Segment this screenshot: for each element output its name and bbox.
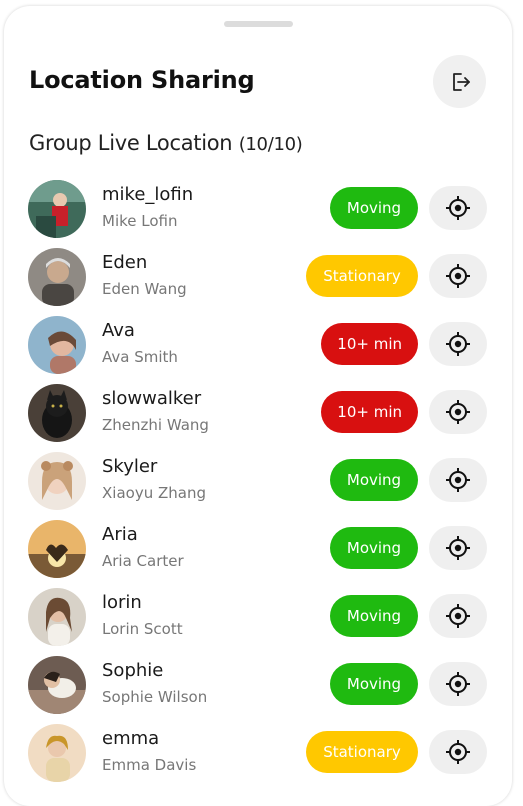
page-title: Location Sharing bbox=[29, 66, 255, 94]
member-full-name: Ava Smith bbox=[102, 348, 178, 366]
member-row[interactable]: Sophie Sophie Wilson Moving bbox=[4, 652, 512, 720]
member-username: mike_lofin bbox=[102, 184, 194, 205]
locate-member-button[interactable] bbox=[429, 186, 487, 230]
status-badge: Moving bbox=[330, 663, 418, 705]
status-badge: Moving bbox=[330, 187, 418, 229]
member-row[interactable]: mike_lofin Mike Lofin Moving bbox=[4, 176, 512, 244]
avatar[interactable] bbox=[28, 180, 86, 238]
member-full-name: Emma Davis bbox=[102, 756, 197, 774]
status-badge: Moving bbox=[330, 459, 418, 501]
member-row[interactable]: slowwalker Zhenzhi Wang 10+ min bbox=[4, 380, 512, 448]
member-username: Skyler bbox=[102, 456, 158, 477]
avatar[interactable] bbox=[28, 248, 86, 306]
status-badge: Moving bbox=[330, 527, 418, 569]
member-username: Eden bbox=[102, 252, 148, 273]
crosshair-icon bbox=[446, 196, 470, 220]
member-row[interactable]: Aria Aria Carter Moving bbox=[4, 516, 512, 584]
member-username: slowwalker bbox=[102, 388, 202, 409]
avatar[interactable] bbox=[28, 384, 86, 442]
avatar[interactable] bbox=[28, 316, 86, 374]
crosshair-icon bbox=[446, 468, 470, 492]
drag-handle[interactable] bbox=[224, 21, 293, 27]
avatar[interactable] bbox=[28, 452, 86, 510]
logout-icon bbox=[452, 72, 470, 91]
status-badge: 10+ min bbox=[321, 323, 418, 365]
member-username: Aria bbox=[102, 524, 138, 545]
member-username: emma bbox=[102, 728, 160, 749]
member-row[interactable]: emma Emma Davis Stationary bbox=[4, 720, 512, 788]
section-title-text: Group Live Location bbox=[29, 131, 233, 155]
locate-member-button[interactable] bbox=[429, 254, 487, 298]
member-row[interactable]: lorin Lorin Scott Moving bbox=[4, 584, 512, 652]
member-full-name: Eden Wang bbox=[102, 280, 187, 298]
locate-member-button[interactable] bbox=[429, 390, 487, 434]
status-badge: Stationary bbox=[306, 255, 418, 297]
exit-sharing-button[interactable] bbox=[433, 55, 486, 108]
avatar[interactable] bbox=[28, 656, 86, 714]
crosshair-icon bbox=[446, 400, 470, 424]
member-row[interactable]: Ava Ava Smith 10+ min bbox=[4, 312, 512, 380]
member-full-name: Zhenzhi Wang bbox=[102, 416, 209, 434]
member-count: (10/10) bbox=[238, 134, 303, 155]
status-badge: Stationary bbox=[306, 731, 418, 773]
avatar[interactable] bbox=[28, 724, 86, 782]
section-title: Group Live Location (10/10) bbox=[29, 131, 303, 155]
status-badge: 10+ min bbox=[321, 391, 418, 433]
crosshair-icon bbox=[446, 536, 470, 560]
member-full-name: Aria Carter bbox=[102, 552, 184, 570]
crosshair-icon bbox=[446, 740, 470, 764]
member-full-name: Sophie Wilson bbox=[102, 688, 208, 706]
member-list: mike_lofin Mike Lofin Moving Eden Eden Wang S… bbox=[4, 176, 512, 788]
member-username: Ava bbox=[102, 320, 135, 341]
locate-member-button[interactable] bbox=[429, 458, 487, 502]
member-full-name: Xiaoyu Zhang bbox=[102, 484, 206, 502]
member-row[interactable]: Eden Eden Wang Stationary bbox=[4, 244, 512, 312]
avatar[interactable] bbox=[28, 588, 86, 646]
locate-member-button[interactable] bbox=[429, 662, 487, 706]
member-row[interactable]: Skyler Xiaoyu Zhang Moving bbox=[4, 448, 512, 516]
locate-member-button[interactable] bbox=[429, 594, 487, 638]
locate-member-button[interactable] bbox=[429, 526, 487, 570]
member-full-name: Mike Lofin bbox=[102, 212, 178, 230]
crosshair-icon bbox=[446, 604, 470, 628]
locate-member-button[interactable] bbox=[429, 730, 487, 774]
member-full-name: Lorin Scott bbox=[102, 620, 183, 638]
location-sharing-sheet: Location Sharing Group Live Location (10… bbox=[4, 6, 512, 806]
locate-member-button[interactable] bbox=[429, 322, 487, 366]
avatar[interactable] bbox=[28, 520, 86, 578]
crosshair-icon bbox=[446, 332, 470, 356]
member-username: Sophie bbox=[102, 660, 164, 681]
crosshair-icon bbox=[446, 264, 470, 288]
member-username: lorin bbox=[102, 592, 142, 613]
status-badge: Moving bbox=[330, 595, 418, 637]
crosshair-icon bbox=[446, 672, 470, 696]
